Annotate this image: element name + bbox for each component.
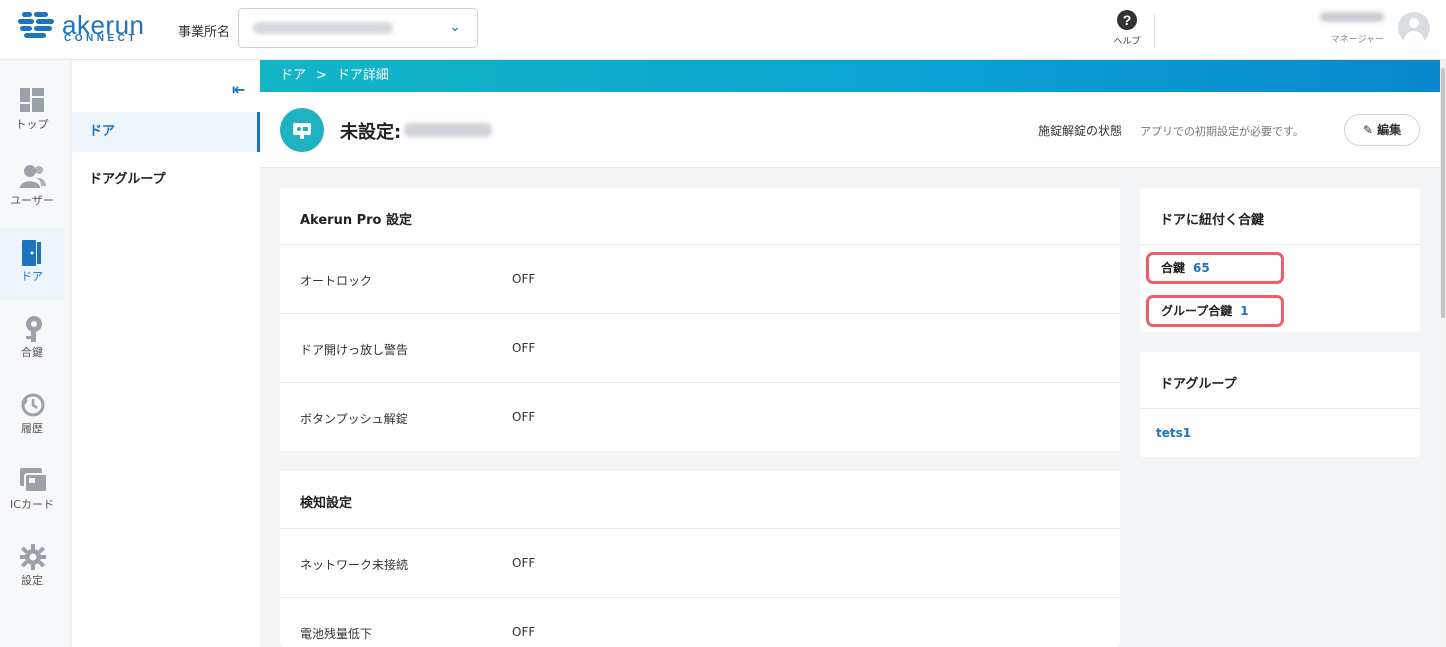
lock-status-label: 施錠解錠の状態 (1038, 124, 1123, 138)
nav-item-users[interactable]: ユーザー (0, 152, 64, 224)
setting-value: OFF (512, 625, 536, 639)
sidebar-item-door[interactable]: ドア (72, 112, 260, 152)
setting-value: OFF (512, 410, 536, 424)
akerun-device-icon (280, 108, 324, 152)
ic-card-icon (20, 468, 48, 492)
user-name-redacted (1320, 12, 1384, 22)
nav-label: 履歴 (21, 422, 43, 435)
door-name-redacted (404, 123, 492, 137)
office-label: 事業所名 (178, 25, 231, 40)
help-label: ヘルプ (1113, 37, 1141, 47)
header-divider (1154, 14, 1155, 48)
pro-settings-title: Akerun Pro 設定 (300, 213, 413, 228)
detect-settings-card: 検知設定 ネットワーク未接続 OFF 電池残量低下 OFF (280, 471, 1120, 647)
setting-label: オートロック (300, 274, 373, 288)
nav-label: ICカード (10, 498, 54, 511)
edit-button[interactable]: ✎ 編集 (1344, 114, 1420, 146)
setting-value: OFF (512, 341, 536, 355)
door-group-card: ドアグループ tets1 (1140, 352, 1420, 457)
door-group-link[interactable]: tets1 (1156, 426, 1191, 440)
page-title: 未設定: (340, 122, 402, 143)
nav-item-ic-card[interactable]: ICカード (0, 456, 64, 528)
detect-settings-title: 検知設定 (300, 496, 353, 511)
setting-value: OFF (512, 272, 536, 286)
top-header: akerun CONNECT 事業所名 ⌄ ? ヘルプ マネージャー (0, 0, 1446, 60)
nav-item-history[interactable]: 履歴 (0, 380, 64, 452)
nav-label: 設定 (21, 574, 43, 587)
nav-item-top[interactable]: トップ (0, 76, 64, 148)
akerun-logo[interactable]: akerun CONNECT (18, 8, 144, 48)
help-icon: ? (1117, 10, 1137, 30)
setting-value: OFF (512, 556, 536, 570)
setting-label: 電池残量低下 (300, 627, 373, 641)
key-count-link[interactable]: 合鍵 65 (1146, 252, 1284, 284)
door-icon (22, 240, 41, 266)
settings-row: ドア開けっ放し警告 OFF (280, 313, 1120, 382)
setting-label: ドア開けっ放し警告 (300, 343, 409, 357)
nav-item-settings[interactable]: 設定 (0, 532, 64, 604)
chevron-down-icon: ⌄ (449, 19, 461, 35)
gear-icon (20, 544, 46, 570)
pro-settings-card: Akerun Pro 設定 オートロック OFF ドア開けっ放し警告 OFF ボ… (280, 188, 1120, 451)
nav-label: トップ (15, 118, 49, 131)
door-group-title: ドアグループ (1160, 377, 1237, 392)
door-keys-title: ドアに紐付く合鍵 (1160, 213, 1265, 228)
collapse-sidebar-icon[interactable]: ⇤ (232, 80, 245, 99)
grid-icon (20, 88, 44, 112)
nav-item-door[interactable]: ドア (0, 228, 64, 300)
key-count: 65 (1193, 261, 1210, 275)
settings-row: 電池残量低下 OFF (280, 597, 1120, 647)
history-icon (21, 393, 45, 417)
settings-row: ネットワーク未接続 OFF (280, 528, 1120, 597)
group-key-label: グループ合鍵 (1161, 304, 1233, 318)
user-role: マネージャー (1330, 35, 1384, 45)
breadcrumb-root-link[interactable]: ドア (280, 68, 306, 83)
sub-sidebar: ⇤ ドア ドアグループ (72, 60, 260, 647)
nav-label: 合鍵 (21, 346, 43, 359)
avatar[interactable] (1398, 12, 1430, 44)
group-key-count: 1 (1240, 304, 1249, 318)
door-title-bar: 未設定: 施錠解錠の状態 アプリでの初期設定が必要です。 ✎ 編集 (260, 92, 1440, 168)
sidebar-item-door-group[interactable]: ドアグループ (72, 160, 260, 200)
users-icon (20, 165, 46, 188)
setting-label: ネットワーク未接続 (300, 558, 409, 572)
nav-label: ドア (21, 270, 43, 283)
nav-item-keys[interactable]: 合鍵 (0, 304, 64, 376)
group-key-count-link[interactable]: グループ合鍵 1 (1146, 295, 1284, 327)
settings-row: ボタンプッシュ解錠 OFF (280, 382, 1120, 451)
setting-label: ボタンプッシュ解錠 (300, 412, 408, 426)
logo-mark-icon (18, 12, 54, 38)
office-select[interactable]: ⌄ (238, 8, 478, 48)
logo-subtitle: CONNECT (64, 33, 138, 44)
lock-status-value: アプリでの初期設定が必要です。 (1140, 125, 1304, 138)
nav-label: ユーザー (10, 194, 54, 207)
main-nav: トップ ユーザー ドア 合鍵 履歴 ICカード 設定 (0, 60, 71, 647)
edit-button-label: 編集 (1377, 123, 1402, 137)
breadcrumb-current: ドア詳細 (336, 68, 389, 83)
breadcrumb: ドア > ドア詳細 (260, 60, 1440, 92)
key-icon (26, 316, 42, 342)
page-scrollbar[interactable] (1440, 60, 1446, 647)
key-label: 合鍵 (1161, 261, 1186, 275)
breadcrumb-separator: > (316, 68, 327, 83)
user-menu[interactable]: マネージャー (1300, 12, 1384, 45)
office-select-value-redacted (253, 22, 393, 34)
help-button[interactable]: ? ヘルプ (1110, 10, 1144, 47)
pencil-icon: ✎ (1362, 123, 1373, 137)
door-keys-card: ドアに紐付く合鍵 合鍵 65 グループ合鍵 1 (1140, 188, 1420, 332)
settings-row: オートロック OFF (280, 244, 1120, 313)
